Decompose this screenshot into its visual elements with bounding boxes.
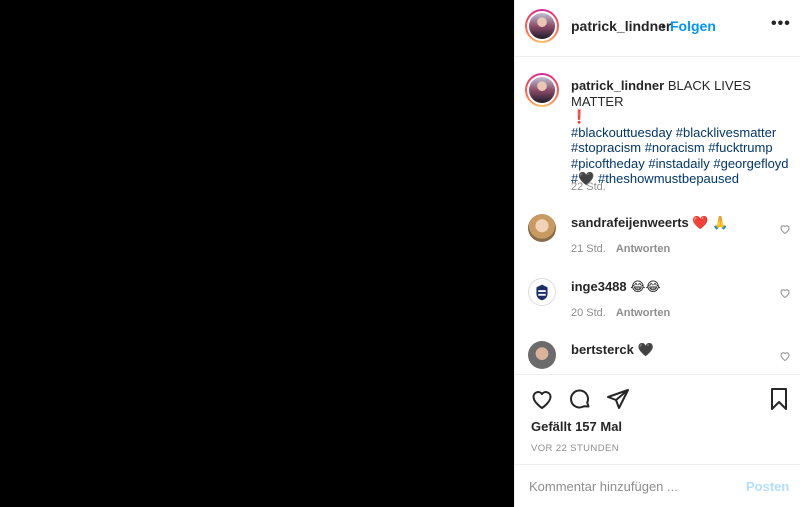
comment-text: 🖤 [637, 342, 654, 357]
comment-item: inge3488 😂😂 20 Std. Antworten [515, 278, 800, 338]
comment-text: ❤️ 🙏 [692, 215, 729, 230]
comment-line: bertsterck 🖤 [571, 342, 654, 358]
likes-count[interactable]: Gefällt 157 Mal [531, 419, 622, 434]
commenter-username[interactable]: inge3488 [571, 279, 627, 294]
comment-line: inge3488 😂😂 [571, 279, 661, 295]
comment-input[interactable]: Kommentar hinzufügen ... [529, 479, 729, 494]
club-brugge-logo-icon [536, 284, 548, 301]
bookmark-icon[interactable] [767, 387, 791, 411]
commenter-avatar[interactable] [528, 278, 556, 306]
comment-heart-icon[interactable] [779, 350, 791, 362]
caption-text: patrick_lindner BLACK LIVES MATTER ❗ #bl… [571, 78, 791, 187]
hashtags-line-3[interactable]: #picoftheday #instadaily #georgefloyd [571, 156, 789, 171]
hashtags-line-1[interactable]: #blackouttuesday #blacklivesmatter [571, 125, 776, 140]
caption-avatar[interactable] [525, 73, 559, 107]
commenter-username[interactable]: sandrafeijenweerts [571, 215, 689, 230]
comment-time: 20 Std. [571, 307, 606, 319]
separator-dot: • [661, 18, 666, 34]
comment-icon[interactable] [568, 387, 592, 411]
post-button[interactable]: Posten [746, 479, 789, 494]
caption-username[interactable]: patrick_lindner [571, 78, 664, 93]
caption-time: 22 Std. [571, 181, 606, 193]
heart-icon[interactable] [530, 387, 554, 411]
share-icon[interactable] [606, 387, 630, 411]
follow-button[interactable]: Folgen [670, 18, 716, 34]
comment-meta: 21 Std. Antworten [571, 243, 670, 255]
author-avatar[interactable] [525, 9, 559, 43]
hashtags-line-4[interactable]: #theshowmustbepaused [598, 171, 739, 186]
post-age: VOR 22 STUNDEN [531, 443, 619, 454]
add-comment-bar: Kommentar hinzufügen ... Posten [515, 464, 800, 507]
post-actions: Gefällt 157 Mal VOR 22 STUNDEN [515, 374, 800, 464]
more-icon[interactable]: ••• [771, 15, 791, 33]
comment-time: 21 Std. [571, 243, 606, 255]
commenter-username[interactable]: bertsterck [571, 342, 634, 357]
commenter-avatar[interactable] [528, 214, 556, 242]
reply-button[interactable]: Antworten [616, 243, 670, 255]
comment-heart-icon[interactable] [779, 223, 791, 235]
author-username[interactable]: patrick_lindner [571, 18, 671, 34]
hashtags-line-2[interactable]: #stopracism #noracism #fucktrump [571, 140, 773, 155]
commenter-avatar[interactable] [528, 341, 556, 369]
post-media[interactable] [0, 0, 514, 507]
comment-item: bertsterck 🖤 [515, 341, 800, 374]
comment-item: sandrafeijenweerts ❤️ 🙏 21 Std. Antworten [515, 214, 800, 274]
comments-list[interactable]: patrick_lindner BLACK LIVES MATTER ❗ #bl… [515, 57, 800, 374]
post-header: patrick_lindner • Folgen ••• [515, 0, 800, 57]
comment-heart-icon[interactable] [779, 287, 791, 299]
reply-button[interactable]: Antworten [616, 307, 670, 319]
comment-meta: 20 Std. Antworten [571, 307, 670, 319]
comment-text: 😂😂 [630, 279, 661, 294]
caption-emoji: ❗ [571, 109, 588, 124]
comment-line: sandrafeijenweerts ❤️ 🙏 [571, 215, 728, 231]
post-panel: patrick_lindner • Folgen ••• patrick_lin… [514, 0, 800, 507]
